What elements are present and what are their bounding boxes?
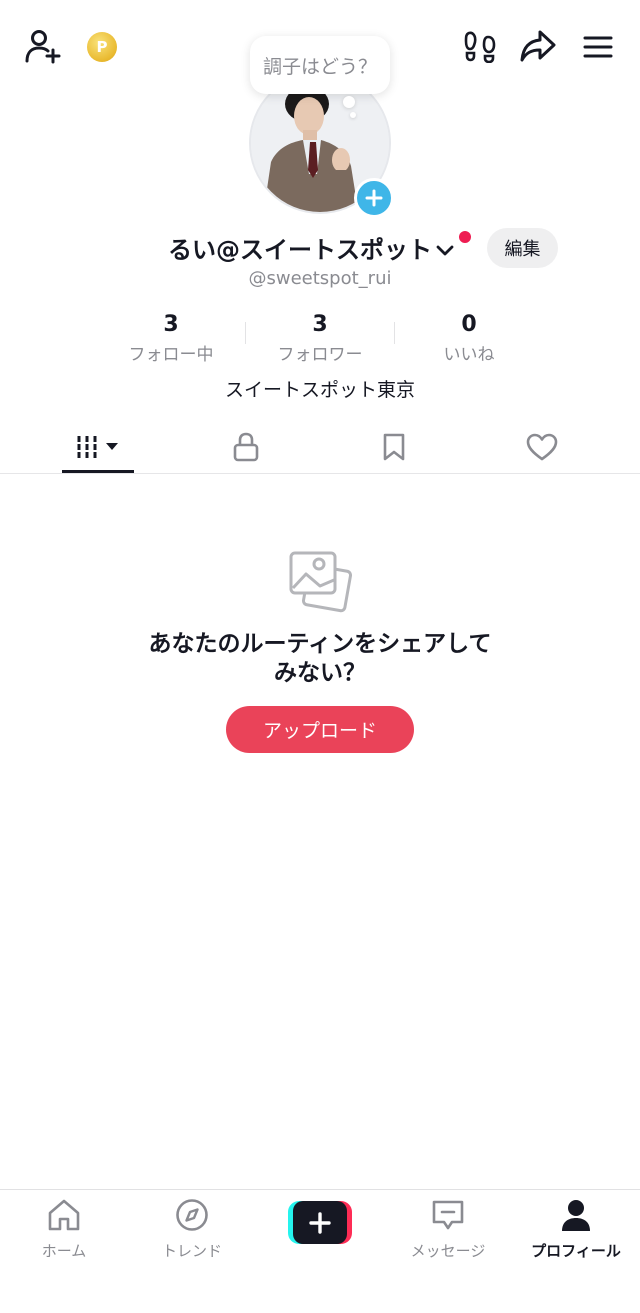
tab-private[interactable] [210,420,282,474]
nav-messages-label: メッセージ [410,1242,486,1260]
stat-following-value: 3 [163,312,179,337]
stat-following-label: フォロー中 [128,345,214,365]
empty-state-line1: あなたのルーティンをシェアして [148,631,492,657]
person-icon [562,1200,590,1231]
bubble-tail-dot [343,96,355,108]
compass-icon [176,1199,208,1231]
grid-videos-icon [77,436,118,458]
hamburger-icon [583,36,613,58]
account-switcher[interactable]: るい@スイートスポット [168,230,456,265]
nav-home[interactable]: ホーム [0,1198,128,1261]
edit-profile-label: 編集 [504,239,541,260]
nav-trend-label: トレンド [161,1242,222,1260]
lock-icon [233,432,259,462]
create-button[interactable] [288,1201,352,1244]
tab-active-indicator [62,470,134,473]
bookmark-icon [383,433,405,461]
edit-profile-button[interactable]: 編集 [487,228,558,268]
bubble-tail-dot-small [350,112,356,118]
profile-name: るい@スイートスポット [168,236,432,264]
nav-messages[interactable]: メッセージ [384,1198,512,1261]
status-bubble-text: 調子はどう？ [262,55,377,78]
heart-icon [526,433,558,461]
coin-button[interactable]: P [86,31,118,63]
footprint-icon [464,31,496,63]
empty-state-line2: みない？ [274,660,366,686]
stat-likes[interactable]: 0 いいね [394,312,544,365]
stat-followers[interactable]: 3 フォロワー [245,312,395,365]
status-bubble[interactable]: 調子はどう？ [250,36,390,94]
nav-trend[interactable]: トレンド [128,1198,256,1261]
stat-followers-value: 3 [312,312,328,337]
upload-button-label: アップロード [262,720,377,742]
username-handle: @sweetspot_rui [248,268,392,289]
content-tabs [0,420,640,474]
profile-views-button[interactable] [462,28,498,64]
stat-followers-label: フォロワー [277,345,363,365]
message-icon [432,1200,464,1230]
chevron-down-icon [436,245,454,255]
nav-profile-label: プロフィール [531,1242,621,1260]
add-person-icon [25,30,61,64]
stat-likes-label: いいね [443,345,495,365]
stat-following[interactable]: 3 フォロー中 [96,312,246,365]
plus-icon [309,1211,331,1234]
tab-saved[interactable] [358,420,430,474]
stat-likes-value: 0 [461,312,477,337]
upload-button[interactable]: アップロード [226,706,414,753]
share-arrow-icon [520,30,556,62]
plus-icon [365,189,383,207]
nav-home-label: ホーム [41,1242,87,1260]
empty-state-message: あなたのルーティンをシェアして みない？ [0,630,640,688]
tab-videos[interactable] [62,420,134,474]
notification-dot [459,231,471,243]
share-profile-button[interactable] [518,28,558,64]
photo-stack-icon [288,550,353,618]
nav-profile[interactable]: プロフィール [512,1198,640,1261]
coin-icon: P [87,32,117,62]
menu-button[interactable] [580,30,616,64]
tab-liked[interactable] [506,420,578,474]
add-friend-button[interactable] [20,26,64,66]
profile-bio: スイートスポット東京 [224,379,415,401]
add-avatar-button[interactable] [354,178,394,218]
home-icon [48,1199,80,1231]
